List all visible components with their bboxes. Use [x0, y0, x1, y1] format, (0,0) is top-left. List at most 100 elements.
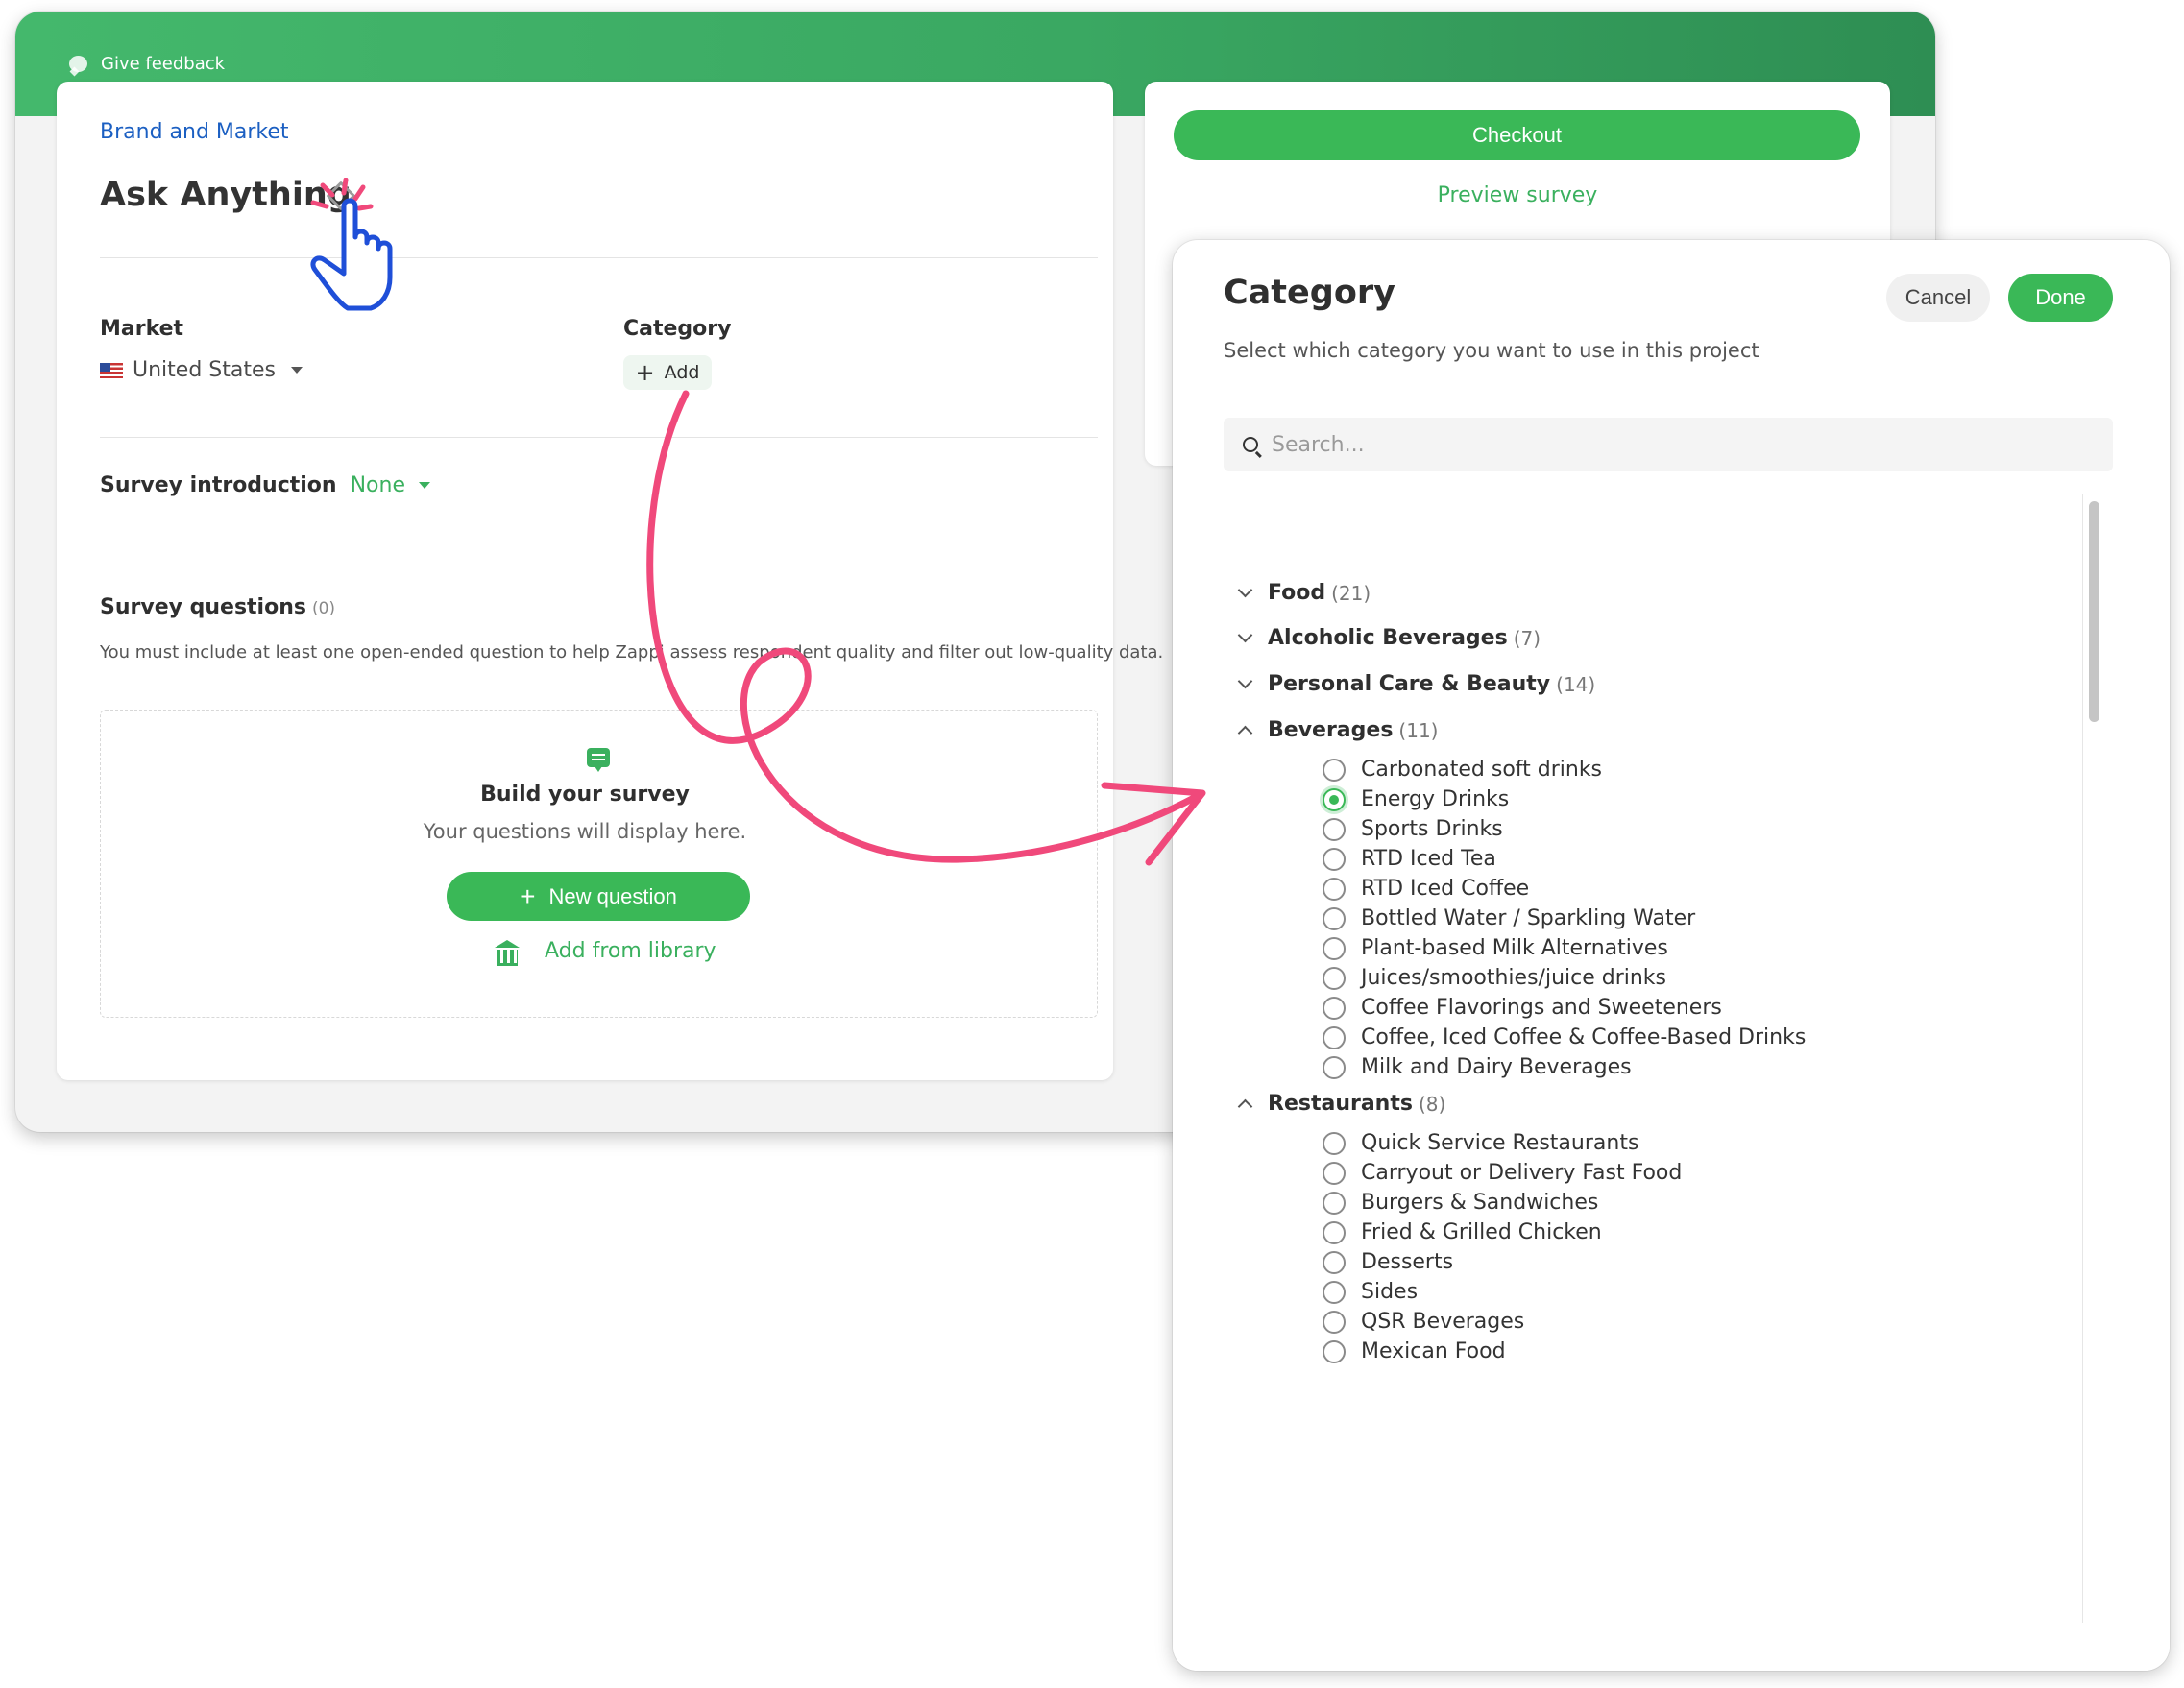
radio-button[interactable]	[1323, 1191, 1346, 1215]
market-label: Market	[100, 317, 184, 341]
option-label: Plant-based Milk Alternatives	[1361, 936, 1668, 960]
plus-icon: +	[520, 880, 536, 911]
group-count: (7)	[1513, 626, 1541, 650]
add-from-library-label: Add from library	[545, 939, 716, 963]
modal-title: Category	[1224, 274, 1395, 312]
category-group-restaurants[interactable]: Restaurants (8)	[1237, 1092, 1446, 1116]
group-name: Food	[1268, 581, 1326, 605]
divider	[100, 437, 1098, 438]
give-feedback-link[interactable]: Give feedback	[69, 50, 225, 77]
breadcrumb[interactable]: Brand and Market	[100, 120, 289, 144]
category-option[interactable]: Bottled Water / Sparkling Water	[1323, 906, 1695, 930]
bank-icon	[495, 939, 520, 966]
radio-button[interactable]	[1323, 817, 1346, 841]
add-category-button[interactable]: + Add	[623, 355, 712, 390]
chat-icon	[587, 748, 610, 772]
category-option[interactable]: Fried & Grilled Chicken	[1323, 1220, 1602, 1244]
category-option[interactable]: Milk and Dairy Beverages	[1323, 1055, 1632, 1079]
search-icon	[1243, 437, 1258, 452]
survey-questions-heading: Survey questions (0)	[100, 595, 335, 619]
radio-button[interactable]	[1323, 1220, 1346, 1244]
option-label: Sides	[1361, 1280, 1419, 1304]
radio-button[interactable]	[1323, 1055, 1346, 1079]
radio-button[interactable]	[1323, 1025, 1346, 1049]
group-name: Alcoholic Beverages	[1268, 626, 1508, 650]
category-option[interactable]: RTD Iced Coffee	[1323, 877, 1529, 901]
radio-button[interactable]	[1323, 1250, 1346, 1274]
category-option[interactable]: Sports Drinks	[1323, 817, 1503, 841]
option-label: Mexican Food	[1361, 1339, 1506, 1363]
category-option[interactable]: Plant-based Milk Alternatives	[1323, 936, 1668, 960]
category-group-beverages[interactable]: Beverages (11)	[1237, 718, 1439, 742]
build-survey-title: Build your survey	[480, 783, 690, 807]
survey-introduction-label: Survey introduction	[100, 473, 337, 497]
survey-questions-count: (0)	[311, 599, 336, 618]
category-list: Food (21) Alcoholic Beverages (7) Personal C…	[1173, 499, 2170, 1642]
radio-button[interactable]	[1323, 847, 1346, 871]
group-name: Beverages	[1268, 718, 1394, 742]
category-option[interactable]: Energy Drinks	[1323, 787, 1509, 811]
caret-down-icon[interactable]	[419, 482, 430, 489]
category-option[interactable]: Burgers & Sandwiches	[1323, 1191, 1598, 1215]
option-label: RTD Iced Coffee	[1361, 877, 1530, 901]
chevron-down-icon	[1237, 627, 1253, 643]
group-count: (8)	[1418, 1092, 1446, 1116]
category-group-personal-care-beauty[interactable]: Personal Care & Beauty (14)	[1237, 672, 1596, 696]
radio-button[interactable]	[1323, 996, 1346, 1020]
category-option[interactable]: Coffee Flavorings and Sweeteners	[1323, 996, 1722, 1020]
chat-bubble-icon	[69, 55, 87, 72]
group-count: (21)	[1331, 581, 1371, 605]
option-label: Coffee Flavorings and Sweeteners	[1361, 996, 1722, 1020]
radio-button[interactable]	[1323, 1161, 1346, 1185]
radio-button[interactable]	[1323, 1131, 1346, 1155]
category-option[interactable]: Sides	[1323, 1280, 1418, 1304]
group-name: Restaurants	[1268, 1092, 1413, 1116]
radio-button[interactable]	[1323, 936, 1346, 960]
option-label: Carbonated soft drinks	[1361, 758, 1603, 782]
category-option[interactable]: RTD Iced Tea	[1323, 847, 1496, 871]
checkout-button[interactable]: Checkout	[1174, 110, 1860, 160]
category-option[interactable]: Carryout or Delivery Fast Food	[1323, 1161, 1682, 1185]
survey-questions-label: Survey questions	[100, 595, 306, 619]
category-option[interactable]: Quick Service Restaurants	[1323, 1131, 1638, 1155]
survey-introduction-value[interactable]: None	[351, 473, 405, 497]
radio-button[interactable]	[1323, 787, 1346, 811]
group-count: (14)	[1556, 672, 1596, 696]
category-group-alcoholic-beverages[interactable]: Alcoholic Beverages (7)	[1237, 626, 1541, 650]
category-option[interactable]: Juices/smoothies/juice drinks	[1323, 966, 1666, 990]
radio-button[interactable]	[1323, 758, 1346, 782]
modal-subtitle: Select which category you want to use in…	[1224, 339, 1759, 362]
category-option[interactable]: Mexican Food	[1323, 1339, 1506, 1363]
search-input[interactable]	[1272, 432, 2088, 457]
add-from-library-link[interactable]: Add from library	[495, 939, 716, 966]
option-label: Coffee, Iced Coffee & Coffee-Based Drink…	[1361, 1025, 1807, 1049]
category-option[interactable]: Coffee, Iced Coffee & Coffee-Based Drink…	[1323, 1025, 1806, 1049]
radio-button[interactable]	[1323, 966, 1346, 990]
option-label: Desserts	[1361, 1250, 1454, 1274]
market-dropdown[interactable]: United States	[100, 358, 303, 382]
category-option[interactable]: Carbonated soft drinks	[1323, 758, 1602, 782]
caret-down-icon	[290, 367, 303, 374]
done-button[interactable]: Done	[2008, 274, 2113, 322]
radio-button[interactable]	[1323, 1339, 1346, 1363]
option-label: Energy Drinks	[1361, 787, 1510, 811]
us-flag-icon	[100, 362, 123, 378]
category-group-food[interactable]: Food (21)	[1237, 581, 1371, 605]
category-option[interactable]: QSR Beverages	[1323, 1310, 1524, 1334]
radio-button[interactable]	[1323, 906, 1346, 930]
new-question-button[interactable]: + New question	[447, 872, 750, 921]
radio-button[interactable]	[1323, 1280, 1346, 1304]
scrollbar-thumb[interactable]	[2089, 501, 2099, 722]
chevron-down-icon	[1237, 673, 1253, 689]
preview-survey-link[interactable]: Preview survey	[1145, 183, 1890, 207]
group-count: (11)	[1398, 718, 1439, 742]
cancel-button[interactable]: Cancel	[1886, 274, 1990, 322]
chevron-down-icon	[1237, 582, 1253, 598]
radio-button[interactable]	[1323, 1310, 1346, 1334]
option-label: Bottled Water / Sparkling Water	[1361, 906, 1696, 930]
search-box	[1224, 418, 2113, 471]
add-category-label: Add	[664, 362, 700, 383]
option-label: Milk and Dairy Beverages	[1361, 1055, 1632, 1079]
category-option[interactable]: Desserts	[1323, 1250, 1453, 1274]
radio-button[interactable]	[1323, 877, 1346, 901]
